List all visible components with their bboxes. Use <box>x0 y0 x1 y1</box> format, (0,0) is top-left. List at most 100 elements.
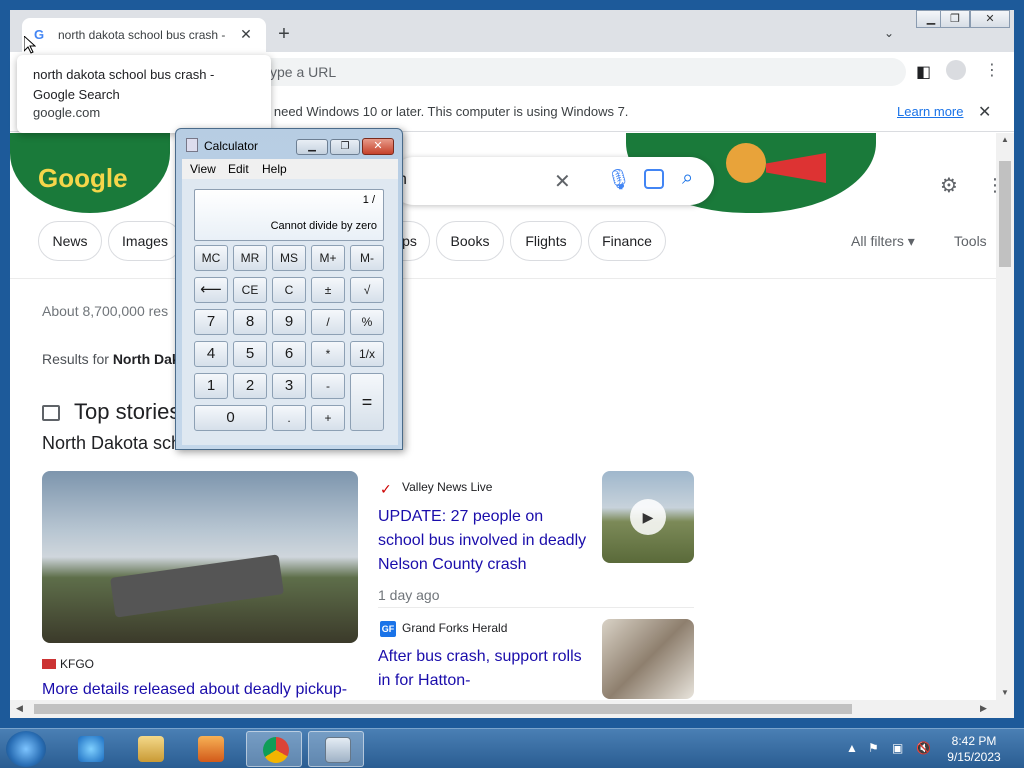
key-multiply[interactable]: * <box>311 341 345 367</box>
key-ce[interactable]: CE <box>233 277 267 303</box>
hover-card-domain: google.com <box>33 105 101 120</box>
key-percent[interactable]: % <box>350 309 384 335</box>
horizontal-scroll-thumb[interactable] <box>34 704 852 714</box>
menu-edit[interactable]: Edit <box>228 162 249 176</box>
taskbar-media-player[interactable] <box>182 731 238 767</box>
google-logo[interactable]: Google <box>38 163 128 194</box>
chip-books[interactable]: Books <box>436 221 504 261</box>
menu-view[interactable]: View <box>190 162 216 176</box>
taskbar-calculator[interactable] <box>308 731 364 767</box>
scroll-left-icon[interactable]: ◀ <box>16 703 23 714</box>
folder-icon <box>138 736 164 762</box>
key-7[interactable]: 7 <box>194 309 228 335</box>
chip-finance[interactable]: Finance <box>588 221 666 261</box>
key-8[interactable]: 8 <box>233 309 267 335</box>
story-headline[interactable]: More details released about deadly picku… <box>42 681 358 699</box>
story-image-crash[interactable] <box>42 471 358 643</box>
key-m-minus[interactable]: M- <box>350 245 384 271</box>
story-headline[interactable]: After bus crash, support rolls in for Ha… <box>378 645 588 693</box>
key-2[interactable]: 2 <box>233 373 267 399</box>
key-1[interactable]: 1 <box>194 373 228 399</box>
key-6[interactable]: 6 <box>272 341 306 367</box>
key-0[interactable]: 0 <box>194 405 267 431</box>
mic-icon[interactable]: 🎙 <box>606 167 631 192</box>
learn-more-link[interactable]: Learn more <box>897 104 963 119</box>
calc-result: Cannot divide by zero <box>270 220 377 232</box>
key-ms[interactable]: MS <box>272 245 306 271</box>
chip-flights[interactable]: Flights <box>510 221 582 261</box>
key-mr[interactable]: MR <box>233 245 267 271</box>
clock[interactable]: 8:42 PM 9/15/2023 <box>940 733 1008 765</box>
results-for-location[interactable]: North Dak <box>113 351 180 367</box>
close-window-button[interactable]: ✕ <box>970 10 1010 28</box>
story-headline[interactable]: UPDATE: 27 people on school bus involved… <box>378 505 588 577</box>
key-mc[interactable]: MC <box>194 245 228 271</box>
chip-news[interactable]: News <box>38 221 102 261</box>
lens-icon[interactable] <box>644 169 664 189</box>
key-5[interactable]: 5 <box>233 341 267 367</box>
results-for-prefix: Results for <box>42 351 113 367</box>
key-divide[interactable]: / <box>311 309 345 335</box>
volume-muted-icon[interactable]: 🔇 <box>916 741 931 755</box>
key-reciprocal[interactable]: 1/x <box>350 341 384 367</box>
maximize-button[interactable]: ❐ <box>940 10 970 28</box>
mouse-cursor-icon <box>24 36 36 54</box>
address-bar[interactable]: ype a URL <box>250 58 906 86</box>
calc-maximize-button[interactable]: ❐ <box>330 139 360 155</box>
start-button[interactable] <box>6 731 46 767</box>
chrome-menu-icon[interactable]: ⋮ <box>984 60 1000 80</box>
scroll-down-icon[interactable]: ▼ <box>1001 688 1009 697</box>
tab-search-chevron-icon[interactable]: ⌄ <box>884 26 900 42</box>
calc-display: 1 / Cannot divide by zero <box>194 189 384 241</box>
story-image-thumbnail[interactable] <box>602 619 694 699</box>
calculator-icon <box>325 737 351 763</box>
taskbar-explorer[interactable] <box>122 731 178 767</box>
vertical-scrollbar[interactable]: ▲ ▼ <box>996 133 1014 700</box>
key-plus-minus[interactable]: ± <box>311 277 345 303</box>
hover-card-title: north dakota school bus crash - Google S… <box>33 67 215 102</box>
key-9[interactable]: 9 <box>272 309 306 335</box>
clock-time: 8:42 PM <box>951 734 997 748</box>
tools-button[interactable]: Tools <box>954 233 987 249</box>
new-tab-button[interactable]: + <box>274 24 294 44</box>
scroll-up-icon[interactable]: ▲ <box>1001 135 1009 144</box>
key-subtract[interactable]: - <box>311 373 345 399</box>
calc-close-button[interactable]: ✕ <box>362 138 394 155</box>
show-hidden-icons[interactable]: ▲ <box>846 741 858 755</box>
infobar-close-icon[interactable]: ✕ <box>978 102 991 122</box>
taskbar-chrome[interactable] <box>246 731 302 767</box>
key-c[interactable]: C <box>272 277 306 303</box>
calculator-icon <box>186 138 198 152</box>
search-icon[interactable]: ⌕ <box>682 167 693 190</box>
key-equals[interactable]: = <box>350 373 384 431</box>
tab-close-icon[interactable]: ✕ <box>238 26 254 42</box>
tab-active[interactable]: G north dakota school bus crash - Google… <box>22 18 266 52</box>
taskbar-ie[interactable] <box>62 731 118 767</box>
apps-icon[interactable]: ⋮ <box>986 175 996 196</box>
vertical-scroll-thumb[interactable] <box>999 161 1011 267</box>
calc-minimize-button[interactable]: ▁ <box>296 139 328 155</box>
search-box[interactable]: h ✕ 🎙 ⌕ <box>390 157 714 205</box>
tab-hover-card: north dakota school bus crash - Google S… <box>17 55 271 133</box>
key-backspace[interactable]: ⟵ <box>194 277 228 303</box>
horizontal-scrollbar[interactable]: ◀ ▶ <box>10 700 1014 718</box>
key-decimal[interactable]: . <box>272 405 306 431</box>
key-4[interactable]: 4 <box>194 341 228 367</box>
key-add[interactable]: + <box>311 405 345 431</box>
play-icon[interactable]: ▶ <box>630 499 666 535</box>
key-m-plus[interactable]: M+ <box>311 245 345 271</box>
all-filters-button[interactable]: All filters ▾ <box>851 233 915 250</box>
taskbar: ▲ ⚑ ▣ 🔇 8:42 PM 9/15/2023 <box>0 728 1024 768</box>
clear-icon[interactable]: ✕ <box>554 169 571 194</box>
network-icon[interactable]: ▣ <box>892 741 903 755</box>
profile-avatar-icon[interactable] <box>946 60 966 80</box>
story-source: KFGO <box>60 657 95 671</box>
scroll-right-icon[interactable]: ▶ <box>980 703 987 714</box>
chip-images[interactable]: Images <box>108 221 182 261</box>
action-center-icon[interactable]: ⚑ <box>868 741 879 755</box>
side-panel-icon[interactable]: ◧ <box>916 62 931 82</box>
menu-help[interactable]: Help <box>262 162 287 176</box>
key-sqrt[interactable]: √ <box>350 277 384 303</box>
gear-icon[interactable]: ⚙ <box>940 173 958 198</box>
key-3[interactable]: 3 <box>272 373 306 399</box>
